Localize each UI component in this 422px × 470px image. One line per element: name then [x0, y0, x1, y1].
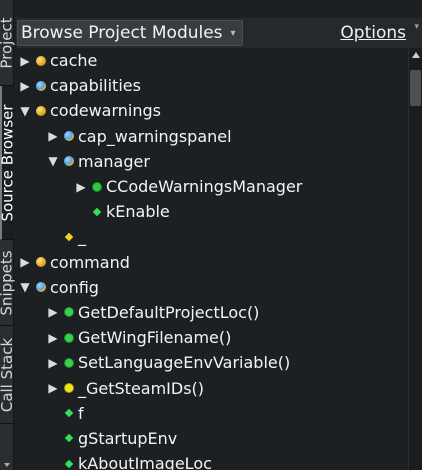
browse-mode-dropdown[interactable]: Browse Project Modules ▾ [17, 20, 243, 46]
module-tree: ▶ cache ▶ capabilities ▼ codewarnings ▶ … [16, 48, 408, 470]
tab-project[interactable]: Project [0, 0, 17, 86]
tree-item-label: GetWingFilename() [78, 328, 232, 348]
variable-icon [64, 232, 74, 242]
tree-row[interactable]: kEnable [16, 199, 408, 224]
tree-row[interactable]: ▼ codewarnings [16, 98, 408, 123]
tree-row[interactable]: ▶ _GetSteamIDs() [16, 375, 408, 400]
tree-item-label: kAboutImageLoc [78, 454, 212, 470]
python-module-icon [36, 80, 46, 91]
tab-strip-overflow[interactable] [0, 424, 14, 470]
python-module-icon [64, 131, 74, 142]
tree-row[interactable]: ▼ config [16, 275, 408, 300]
tree-item-label: _GetSteamIDs() [78, 378, 205, 398]
tab-snippets-label: Snippets [0, 249, 17, 316]
expand-arrow-icon[interactable]: ▶ [46, 305, 60, 319]
collapse-arrow-icon[interactable]: ▼ [46, 154, 60, 168]
tree-item-label: config [50, 277, 99, 297]
options-chevron-down-icon[interactable]: ▾ [414, 22, 419, 32]
collapse-arrow-icon[interactable]: ▼ [18, 280, 32, 294]
tree-item-label: kEnable [106, 202, 170, 222]
expand-arrow-icon[interactable]: ▶ [46, 129, 60, 143]
python-module-icon [36, 282, 46, 293]
tree-item-label: capabilities [50, 76, 141, 96]
variable-icon [64, 434, 74, 443]
tab-source-browser-label: Source Browser [0, 103, 18, 222]
tree-item-label: codewarnings [50, 101, 161, 121]
tree-row[interactable]: ▶ CCodeWarningsManager [16, 174, 408, 199]
expand-arrow-icon[interactable]: ▶ [18, 255, 32, 269]
tree-row[interactable]: ▶ command [16, 250, 408, 275]
expand-arrow-icon[interactable]: ▶ [74, 180, 88, 194]
tree-item-label: manager [78, 151, 150, 171]
class-icon [92, 181, 102, 192]
tree-row[interactable]: ▶ SetLanguageEnvVariable() [16, 350, 408, 375]
private-function-icon [64, 383, 74, 394]
function-icon [64, 307, 74, 318]
variable-icon [64, 408, 74, 418]
source-browser-header: Browse Project Modules ▾ Options ▾ [16, 18, 422, 48]
tree-item-label: _ [78, 227, 86, 247]
tab-project-label: Project [0, 16, 17, 69]
tab-overflow-chevron-icon [4, 463, 10, 467]
variable-icon [92, 207, 102, 216]
tree-item-label: CCodeWarningsManager [106, 177, 303, 197]
tree-item-label: GetDefaultProjectLoc() [78, 302, 260, 322]
package-icon [36, 55, 46, 66]
tree-scrollbar[interactable] [408, 48, 422, 470]
expand-arrow-icon[interactable]: ▶ [46, 381, 60, 395]
expand-arrow-icon[interactable]: ▶ [46, 331, 60, 345]
browse-mode-label: Browse Project Modules [21, 23, 223, 43]
tab-call-stack[interactable]: Call Stack [0, 326, 17, 424]
tree-item-label: f [78, 403, 84, 423]
collapse-arrow-icon[interactable]: ▼ [18, 104, 32, 118]
tree-row[interactable]: kAboutImageLoc [16, 451, 408, 470]
tree-item-label: gStartupEnv [78, 428, 178, 448]
tree-row[interactable]: ▶ capabilities [16, 73, 408, 98]
variable-icon [64, 459, 74, 468]
tree-row[interactable]: gStartupEnv [16, 426, 408, 451]
options-menu[interactable]: Options [340, 23, 406, 43]
tree-row[interactable]: f [16, 401, 408, 426]
tree-row[interactable]: ▶ GetWingFilename() [16, 325, 408, 350]
package-icon [36, 105, 46, 116]
tree-item-label: command [50, 252, 130, 272]
expand-arrow-icon[interactable]: ▶ [18, 79, 32, 93]
vertical-tab-strip: Project Source Browser Snippets Call Sta… [0, 0, 18, 470]
tree-row[interactable]: ▼ manager [16, 149, 408, 174]
chevron-down-icon: ▾ [230, 27, 236, 39]
tree-item-label: cap_warningspanel [78, 126, 232, 146]
tab-snippets[interactable]: Snippets [0, 240, 17, 326]
tree-row[interactable]: ▶ cache [16, 48, 408, 73]
package-icon [36, 257, 46, 268]
expand-arrow-icon[interactable]: ▶ [18, 54, 32, 68]
tree-row[interactable]: _ [16, 224, 408, 249]
tree-row[interactable]: ▶ GetDefaultProjectLoc() [16, 300, 408, 325]
tree-row[interactable]: ▶ cap_warningspanel [16, 124, 408, 149]
tree-item-label: cache [50, 51, 98, 71]
tab-call-stack-label: Call Stack [0, 337, 17, 412]
function-icon [64, 357, 74, 368]
scroll-up-arrow-icon[interactable] [412, 52, 420, 58]
scrollbar-thumb[interactable] [410, 70, 421, 106]
python-module-icon [64, 156, 74, 167]
function-icon [64, 332, 74, 343]
tab-source-browser[interactable]: Source Browser [0, 86, 18, 240]
expand-arrow-icon[interactable]: ▶ [46, 356, 60, 370]
tree-item-label: SetLanguageEnvVariable() [78, 353, 291, 373]
